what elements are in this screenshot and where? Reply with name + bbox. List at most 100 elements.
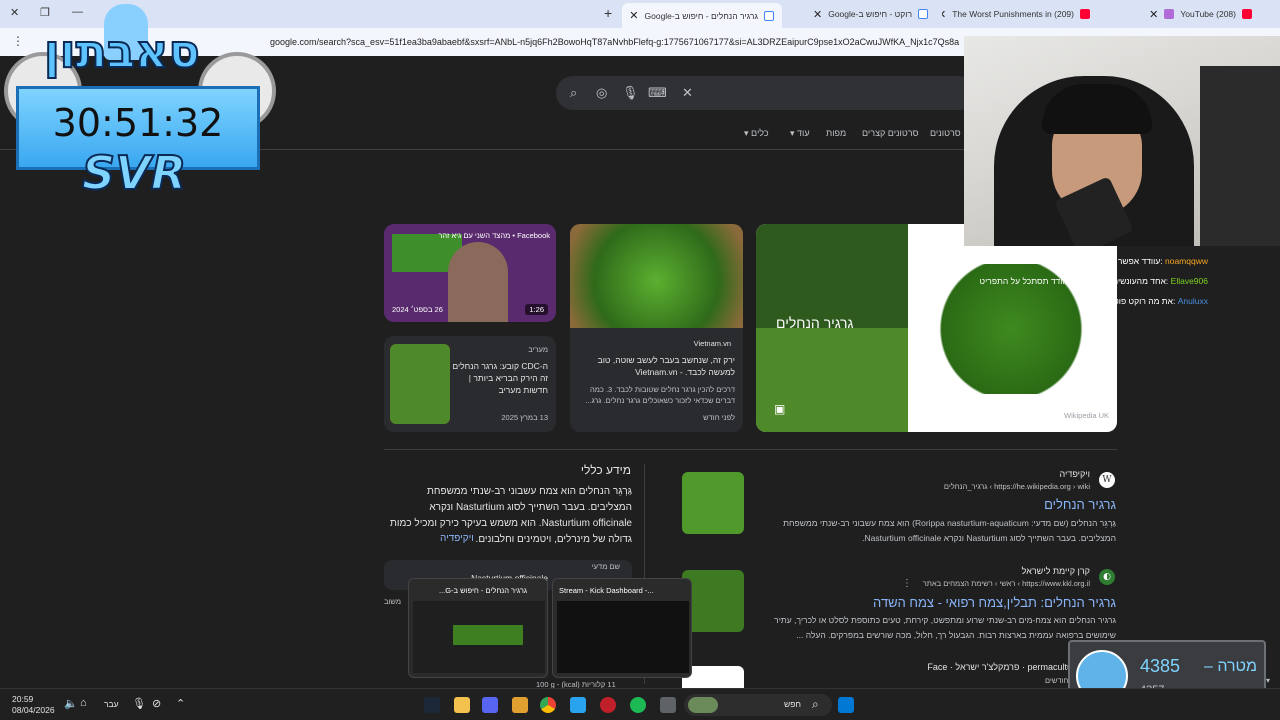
preview-thumbnail [413,601,545,673]
network-icon[interactable]: ⌂ [80,697,87,709]
goal-label: מטרה – [1204,658,1257,675]
streamer-hood [1042,84,1152,134]
tab-google-rocket[interactable]: רוקט - חיפוש ב-Google ✕ [786,4,936,24]
video-source: Facebook • מהצד השני עם גיא זהר [438,231,550,240]
result-site: קרן קיימת לישראל [1021,566,1090,576]
tab-google-watercress[interactable]: גרגיר הנחלים - חיפוש ב-Google ✕ [622,3,782,28]
filter-shorts[interactable]: סרטונים קצרים [862,128,918,138]
wikipedia-link[interactable]: ויקיפדיה [440,533,474,545]
video-duration: 1:26 [525,304,548,315]
maariv-source: מעריב [528,345,548,354]
vietnam-age: לפני חודש [703,413,735,422]
knowledge-text: גַּרְגֵּר הנחלים הוא צמח עשבוני רב-שנתי … [390,486,632,545]
wifi-off-icon[interactable]: ⊘ [152,697,161,710]
spotify-icon[interactable] [630,697,646,713]
twitch-icon [1164,9,1175,19]
taskbar-preview-kick[interactable]: Stream - Kick Dashboard -... [552,578,692,678]
close-window-icon[interactable]: ✕ [10,6,19,19]
result-url[interactable]: https://www.kkl.org.il › ראשי › רשימת הצ… [923,579,1090,588]
filter-more[interactable]: ▾ עוד [790,128,810,139]
feedback-link[interactable]: משוב [384,596,401,607]
vietnam-card[interactable]: Vietnam.vn ירק זה, שנחשב בעבר לעשב שוטה,… [570,224,743,432]
collage-label: גרגיר הנחלים [776,315,854,331]
taskbar-search[interactable]: חפש ⌕ [684,694,832,716]
folder-icon[interactable] [454,697,470,713]
maariv-card[interactable]: מעריב ה-CDC קובע: גרגר הנחלים זה הירק הב… [384,336,556,432]
chevron-down-icon: ▾ [790,128,798,138]
dots-icon[interactable]: ⋮ [12,34,24,48]
filter-videos[interactable]: סרטונים [930,128,961,138]
chat-user: noamqqww [1165,256,1208,266]
result-snippet: גרגיר הנחלים הוא צמח-מים רב-שנתי שרוע ומ… [774,615,1116,640]
google-icon [764,10,774,21]
discord-icon[interactable] [482,697,498,713]
taskbar: 20:59 08/04/2026 🔈 ⌂ עבר 🎙 ⊘ ⌃ חפש ⌕ [0,688,1280,720]
preview-thumbnail [557,601,689,673]
minimize-window-icon[interactable]: — [72,6,83,18]
mic-icon[interactable]: 🎙 [132,697,146,710]
volume-icon[interactable]: 🔈 [64,697,78,710]
clear-icon[interactable]: ✕ [682,85,693,101]
chrome-icon[interactable] [540,697,556,713]
video-date: 26 בספט׳ 2024 [392,305,443,314]
search-icon: ⌕ [812,697,819,711]
result-thumbnail[interactable] [682,472,744,534]
preview-images [453,625,523,645]
search-input[interactable]: ⌕ ◎ 🎙 ⌨ ✕ [556,76,976,110]
taskbar-date: 08/04/2026 [12,705,55,715]
new-tab-icon[interactable]: + [604,5,612,21]
vietnam-source: Vietnam.vn [693,339,731,348]
close-tab-icon[interactable]: ✕ [1149,8,1158,21]
chevron-up-icon[interactable]: ⌃ [176,697,185,710]
vietnam-image [570,224,743,328]
lens-icon[interactable]: ◎ [596,85,607,101]
maariv-title: ה-CDC קובע: גרגר הנחלים זה הירק הבריא בי… [452,361,548,395]
restore-window-icon[interactable]: ❐ [40,6,50,19]
windows-start-icon[interactable] [838,697,854,713]
chat-text: :עוודד אפשר להמליץ על משחק? [1047,256,1163,266]
language-indicator[interactable]: עבר [104,699,119,709]
search-highlight-image [688,697,718,713]
collage-credit: Wikipedia UK [1063,411,1109,420]
google-icon [918,9,928,19]
obs-icon[interactable] [600,697,616,713]
vietnam-snippet: דרכים להכין גרגר נחלים שטובות לכבד. 3. כ… [585,385,735,405]
result-title[interactable]: גרגיר הנחלים: תבלין,צמח רפואי - צמח השדה [873,595,1116,610]
scroll-down-icon[interactable]: ▾ [1266,676,1270,685]
chip-sub: שם מדעי [591,562,620,571]
task-view-icon[interactable] [660,697,676,713]
close-tab-icon[interactable]: ✕ [942,8,946,21]
telegram-icon[interactable] [570,697,586,713]
close-tab-icon[interactable]: ✕ [629,9,638,22]
keyboard-icon[interactable]: ⌨ [648,85,667,101]
result-site: ויקיפדיה [1059,469,1090,479]
result-site: permaculture IL · פרמקלצ'ר ישראל · Face [927,662,1090,672]
app-icon[interactable] [512,697,528,713]
filter-maps[interactable]: מפות [826,128,846,138]
chat-overlay: noamqqww :עוודד אפשר להמליץ על משחק? Ell… [972,254,1208,314]
tab-title: גרגיר הנחלים - חיפוש ב-Google [644,10,759,21]
facebook-video-card[interactable]: Facebook • מהצד השני עם גיא זהר 1:26 26 … [384,224,556,322]
taskbar-search-placeholder: חפש [784,699,801,709]
divider [384,449,1117,450]
image-icon: ▣ [774,402,786,416]
result-url[interactable]: https://he.wikipedia.org › wiki › גרגיר_… [944,482,1090,491]
knowledge-heading: מידע כללי [580,463,631,477]
youtube-icon [1080,9,1090,19]
maariv-date: 13 במרץ 2025 [501,413,548,422]
tab-youtube-punishments[interactable]: (209) The Worst Punishments in ✕ [942,4,1098,24]
result-title[interactable]: גרגיר הנחלים [1044,497,1116,512]
taskbar-time: 20:59 [12,694,34,704]
tab-youtube[interactable]: (208) YouTube ✕ [1100,4,1260,24]
goal-value: 4385 [1140,656,1181,676]
steam-icon[interactable] [424,697,440,713]
search-icon[interactable]: ⌕ [570,85,577,101]
mic-icon[interactable]: 🎙 [622,85,639,101]
close-tab-icon[interactable]: ✕ [813,8,822,21]
url-field[interactable]: google.com/search?sca_esv=51f1ea3ba9abae… [270,37,964,47]
taskbar-preview-chrome[interactable]: גרגיר הנחלים - חיפוש ב-G... [408,578,548,678]
filter-tools[interactable]: ▾ כלים [744,128,769,139]
result-snippet: גַּרְגֵּר הנחלים (שם מדעי: Rorippa nastu… [783,518,1116,543]
presenter-image [448,242,508,322]
more-options-icon[interactable]: ⋮ [902,578,912,589]
